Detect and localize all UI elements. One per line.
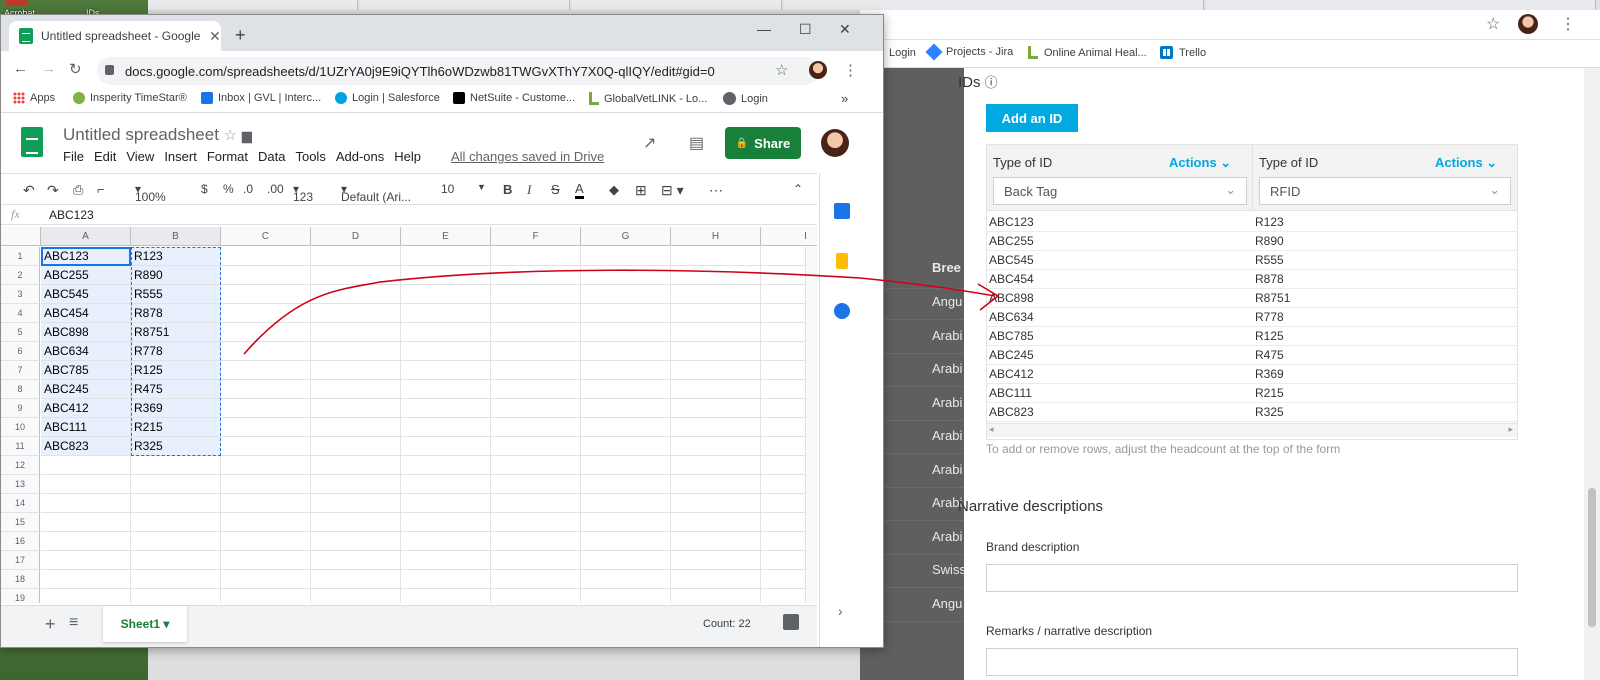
- arrow-head: [977, 283, 1000, 311]
- annotation-arrow: [243, 269, 1000, 355]
- arrow-curve: [243, 269, 996, 355]
